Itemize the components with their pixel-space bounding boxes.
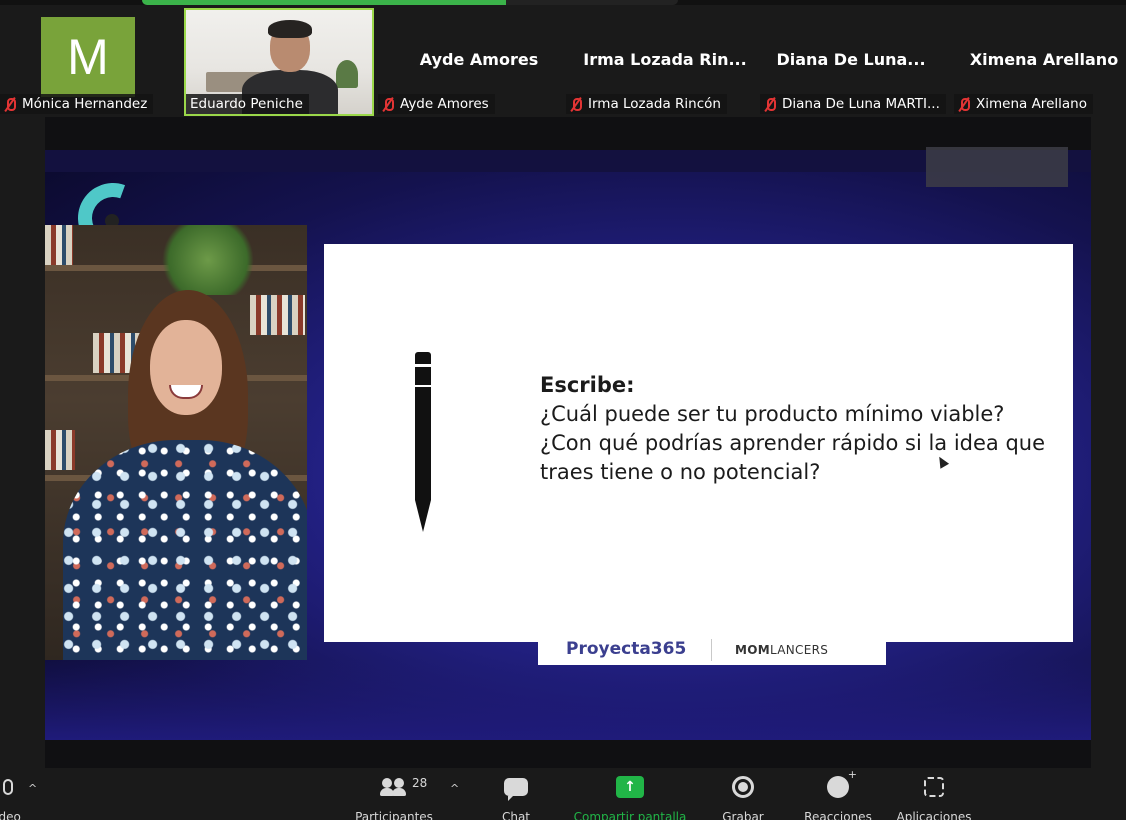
presenter-blouse (63, 440, 307, 660)
share-screen-label: Compartir pantalla (573, 810, 687, 820)
participant-name-bar: Eduardo Peniche (186, 94, 309, 114)
participant-tile-irma[interactable]: Irma Lozada Rin... Irma Lozada Rincón (566, 8, 756, 116)
shared-screen-bottom-strip (45, 740, 1091, 768)
participant-tile-monica[interactable]: M Mónica Hernandez (0, 8, 176, 116)
participant-tile-diana[interactable]: Diana De Luna... Diana De Luna MARTI... (760, 8, 950, 116)
brand-divider (711, 639, 712, 661)
participant-name-bar: Irma Lozada Rincón (566, 94, 727, 114)
apps-icon (924, 777, 944, 797)
mic-muted-icon (382, 97, 394, 111)
share-screen-icon: ↑ (616, 776, 644, 798)
participant-name: Eduardo Peniche (190, 96, 303, 112)
pencil-band (415, 385, 431, 387)
reactions-button[interactable]: Reacciones (800, 768, 876, 820)
reactions-label: Reacciones (804, 810, 872, 820)
participants-options-chevron-icon[interactable]: ^ (450, 782, 459, 795)
background-plant (153, 225, 263, 295)
participant-name: Irma Lozada Rincón (588, 96, 721, 112)
reactions-icon (827, 768, 857, 798)
books (45, 225, 73, 265)
pencil-tip (415, 500, 431, 532)
participants-label: Participantes (355, 810, 433, 820)
shared-screen-top-strip (45, 117, 1091, 150)
participant-big-name: Diana De Luna... (776, 50, 926, 69)
presenter-video (45, 225, 307, 660)
presenter-face (150, 320, 222, 415)
shared-screen: Escribe: ¿Cuál puede ser tu producto mín… (45, 117, 1091, 768)
chat-button[interactable]: Chat (496, 774, 536, 820)
stage-bottom-glow (45, 660, 1091, 740)
pencil-icon (415, 352, 431, 532)
proyecta365-logo: Proyecta365 (566, 639, 687, 659)
slide-question-2: ¿Con qué podrías aprender rápido si la i… (540, 431, 1046, 484)
gallery-strip: M Mónica Hernandez Eduardo Peniche Ayde … (0, 5, 1126, 117)
video-background-plant (336, 60, 358, 88)
blurred-overlay (926, 147, 1068, 187)
presentation-slide: Escribe: ¿Cuál puede ser tu producto mín… (324, 244, 1073, 642)
participant-name: Ximena Arellano (976, 96, 1087, 112)
participant-tile-ayde[interactable]: Ayde Amores Ayde Amores (378, 8, 562, 116)
mic-muted-icon (570, 97, 582, 111)
apps-button[interactable]: Aplicaciones (892, 774, 976, 820)
participant-name-bar: Mónica Hernandez (0, 94, 154, 114)
participant-tile-eduardo[interactable]: Eduardo Peniche (184, 8, 374, 116)
video-icon (3, 779, 13, 795)
share-screen-button[interactable]: ↑ Compartir pantalla (568, 774, 692, 820)
record-label: Grabar (722, 810, 764, 820)
mic-muted-icon (958, 97, 970, 111)
participants-button[interactable]: 28 Participantes (352, 774, 436, 820)
mic-muted-icon (4, 97, 16, 111)
brand-bar: Proyecta365 MOMLANCERS (538, 635, 886, 665)
pencil-body (415, 352, 431, 500)
meeting-toolbar: ideo ^ 28 Participantes ^ Chat ↑ Compart… (0, 768, 1126, 820)
apps-label: Aplicaciones (896, 810, 972, 820)
participant-name-bar: Ximena Arellano (954, 94, 1093, 114)
participant-name: Ayde Amores (400, 96, 489, 112)
chat-icon (504, 778, 528, 801)
participant-name: Diana De Luna MARTI... (782, 96, 940, 112)
books (45, 430, 75, 470)
slide-text: Escribe: ¿Cuál puede ser tu producto mín… (540, 371, 1060, 487)
video-options-chevron-icon[interactable]: ^ (28, 782, 37, 795)
slide-question-1: ¿Cuál puede ser tu producto mínimo viabl… (540, 402, 1005, 426)
mic-muted-icon (764, 97, 776, 111)
participant-big-name: Irma Lozada Rin... (583, 50, 747, 69)
participant-big-name: Ximena Arellano (969, 50, 1119, 69)
participant-name: Mónica Hernandez (22, 96, 148, 112)
record-icon (732, 776, 754, 798)
participants-count: 28 (412, 776, 428, 790)
record-button[interactable]: Grabar (718, 774, 768, 820)
participant-name-bar: Diana De Luna MARTI... (760, 94, 946, 114)
participant-hair (268, 20, 312, 38)
participant-name-bar: Ayde Amores (378, 94, 495, 114)
participant-big-name: Ayde Amores (419, 50, 539, 69)
participant-tile-ximena[interactable]: Ximena Arellano Ximena Arellano (954, 8, 1126, 116)
slide-heading: Escribe: (540, 373, 635, 397)
momlancers-logo: MOMLANCERS (735, 643, 829, 657)
avatar: M (41, 17, 135, 97)
books (250, 295, 305, 335)
video-label: ideo (0, 810, 21, 820)
video-button[interactable]: ideo (0, 774, 28, 820)
chat-label: Chat (501, 810, 531, 820)
participants-icon (380, 778, 408, 796)
pencil-band (415, 364, 431, 367)
